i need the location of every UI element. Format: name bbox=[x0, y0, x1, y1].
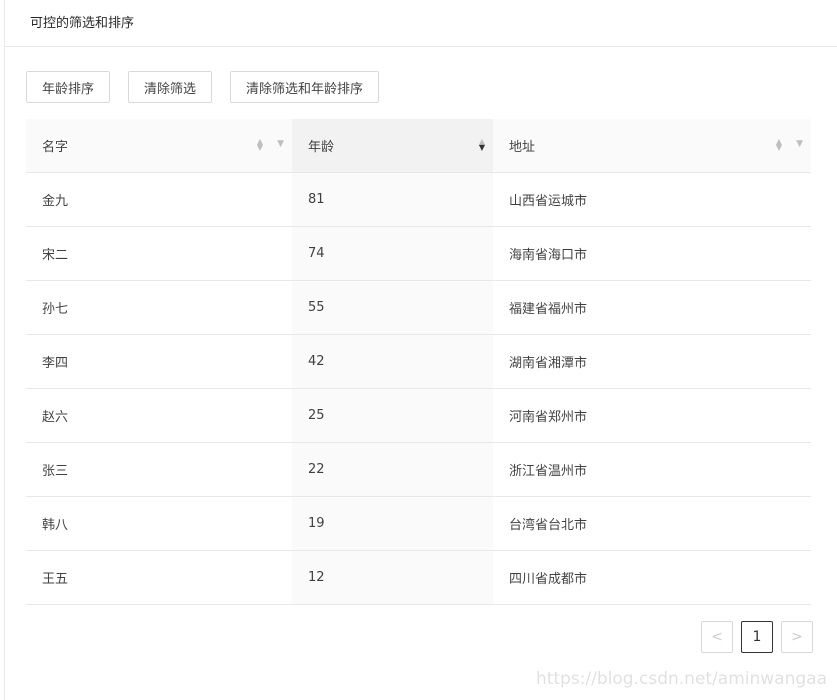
table-row: 李四 42 湖南省湘潭市 bbox=[26, 334, 811, 389]
cell-name: 李四 bbox=[26, 334, 292, 389]
filter-icon[interactable]: ▼ bbox=[277, 139, 284, 151]
cell-age: 22 bbox=[292, 442, 493, 497]
cell-age: 81 bbox=[292, 172, 493, 227]
clear-filters-and-sort-button[interactable]: 清除筛选和年龄排序 bbox=[230, 71, 380, 103]
cell-age: 42 bbox=[292, 334, 493, 389]
sort-icon[interactable]: ▲ ▼ bbox=[257, 138, 263, 152]
cell-name: 张三 bbox=[26, 442, 292, 497]
cell-address: 台湾省台北市 bbox=[493, 496, 811, 551]
cell-age: 19 bbox=[292, 496, 493, 551]
table-row: 王五 12 四川省成都市 bbox=[26, 550, 811, 605]
page-1-button[interactable]: 1 bbox=[741, 621, 773, 653]
column-header-name[interactable]: 名字 ▲ ▼ ▼ bbox=[26, 119, 292, 173]
card-title: 可控的筛选和排序 bbox=[5, 0, 837, 47]
clear-filters-button[interactable]: 清除筛选 bbox=[128, 71, 213, 103]
column-header-address[interactable]: 地址 ▲ ▼ ▼ bbox=[493, 119, 811, 173]
cell-name: 赵六 bbox=[26, 388, 292, 443]
cell-age: 12 bbox=[292, 550, 493, 605]
cell-address: 湖南省湘潭市 bbox=[493, 334, 811, 389]
watermark: https://blog.csdn.net/aminwangaa bbox=[535, 669, 827, 689]
table-row: 赵六 25 河南省郑州市 bbox=[26, 388, 811, 443]
cell-address: 河南省郑州市 bbox=[493, 388, 811, 443]
cell-age: 25 bbox=[292, 388, 493, 443]
cell-address: 福建省福州市 bbox=[493, 280, 811, 335]
cell-name: 金九 bbox=[26, 172, 292, 227]
cell-address: 浙江省温州市 bbox=[493, 442, 811, 497]
cell-age: 55 bbox=[292, 280, 493, 335]
cell-name: 孙七 bbox=[26, 280, 292, 335]
data-table: 名字 ▲ ▼ ▼ 年龄 ▲ ▼ 地址 ▲ ▼ ▼ 金九 81 山西省运城市 宋二 74 海南省海口市… bbox=[26, 119, 811, 605]
sort-descending-icon[interactable]: ▲ ▼ bbox=[479, 138, 485, 152]
prev-page-button[interactable]: < bbox=[701, 621, 733, 653]
filter-icon[interactable]: ▼ bbox=[796, 139, 803, 151]
column-header-age[interactable]: 年龄 ▲ ▼ bbox=[292, 119, 493, 173]
cell-address: 山西省运城市 bbox=[493, 172, 811, 227]
next-page-button[interactable]: > bbox=[781, 621, 813, 653]
pagination: < 1 > bbox=[701, 621, 813, 653]
table-row: 张三 22 浙江省温州市 bbox=[26, 442, 811, 497]
sort-icon[interactable]: ▲ ▼ bbox=[776, 138, 782, 152]
cell-age: 74 bbox=[292, 226, 493, 281]
cell-address: 四川省成都市 bbox=[493, 550, 811, 605]
table-row: 金九 81 山西省运城市 bbox=[26, 172, 811, 227]
cell-name: 王五 bbox=[26, 550, 292, 605]
cell-name: 宋二 bbox=[26, 226, 292, 281]
cell-name: 韩八 bbox=[26, 496, 292, 551]
table-row: 孙七 55 福建省福州市 bbox=[26, 280, 811, 335]
table-row: 宋二 74 海南省海口市 bbox=[26, 226, 811, 281]
cell-address: 海南省海口市 bbox=[493, 226, 811, 281]
table-row: 韩八 19 台湾省台北市 bbox=[26, 496, 811, 551]
sort-age-button[interactable]: 年龄排序 bbox=[26, 71, 111, 103]
